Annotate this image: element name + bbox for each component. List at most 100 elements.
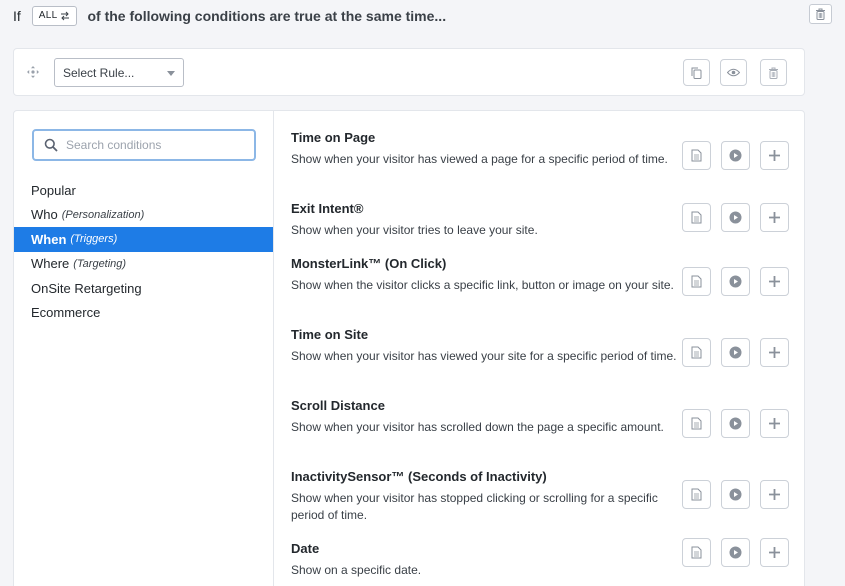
plus-icon [769, 547, 780, 558]
condition-docs-button[interactable] [682, 203, 711, 232]
category-sublabel: (Personalization) [61, 208, 145, 221]
condition-add-button[interactable] [760, 141, 789, 170]
condition-actions [682, 480, 789, 509]
search-icon [44, 138, 58, 152]
condition-description: Show on a specific date. [291, 563, 422, 577]
plus-icon [769, 276, 780, 287]
eye-icon [727, 68, 740, 77]
document-icon [691, 417, 702, 430]
condition-actions [682, 141, 789, 170]
plus-icon [769, 489, 780, 500]
document-icon [691, 546, 702, 559]
rule-row: Select Rule... [13, 48, 805, 96]
document-icon [691, 275, 702, 288]
play-circle-icon [729, 346, 742, 359]
condition-actions [682, 409, 789, 438]
condition-video-button[interactable] [721, 409, 750, 438]
condition-add-button[interactable] [760, 203, 789, 232]
play-circle-icon [729, 275, 742, 288]
condition-video-button[interactable] [721, 141, 750, 170]
condition-video-button[interactable] [721, 267, 750, 296]
condition-add-button[interactable] [760, 409, 789, 438]
trash-icon [816, 8, 825, 20]
all-any-toggle[interactable]: ALL [31, 5, 78, 26]
if-label: If [13, 7, 21, 24]
condition-item: Time on Site Show when your visitor has … [291, 327, 791, 367]
condition-docs-button[interactable] [682, 409, 711, 438]
condition-actions [682, 203, 789, 232]
move-handle-icon[interactable] [26, 65, 40, 79]
play-circle-icon [729, 211, 742, 224]
document-icon [691, 149, 702, 162]
condition-actions [682, 267, 789, 296]
condition-item: Scroll Distance Show when your visitor h… [291, 398, 791, 438]
category-label: Ecommerce [31, 305, 101, 321]
condition-docs-button[interactable] [682, 267, 711, 296]
category-when[interactable]: When (Triggers) [14, 227, 273, 252]
category-where[interactable]: Where (Targeting) [14, 252, 273, 277]
condition-actions [682, 338, 789, 367]
category-list: Popular Who (Personalization) When (Trig… [14, 178, 273, 325]
condition-item: Time on Page Show when your visitor has … [291, 130, 791, 170]
category-label: When [31, 231, 67, 247]
category-sublabel: (Targeting) [73, 257, 127, 270]
condition-description: Show when your visitor tries to leave yo… [291, 223, 538, 237]
condition-picker-panel: Popular Who (Personalization) When (Trig… [13, 110, 805, 586]
plus-icon [769, 212, 780, 223]
condition-video-button[interactable] [721, 480, 750, 509]
delete-group-button[interactable] [809, 4, 832, 24]
condition-add-button[interactable] [760, 538, 789, 567]
category-label: Who [31, 207, 58, 223]
document-icon [691, 211, 702, 224]
category-sidebar: Popular Who (Personalization) When (Trig… [14, 111, 274, 586]
category-who[interactable]: Who (Personalization) [14, 203, 273, 228]
condition-description: Show when your visitor has viewed a page… [291, 152, 668, 166]
condition-video-button[interactable] [721, 203, 750, 232]
condition-description: Show when your visitor has stopped click… [291, 491, 658, 522]
swap-arrows-icon [61, 11, 70, 20]
play-circle-icon [729, 417, 742, 430]
condition-description: Show when your visitor has scrolled down… [291, 420, 664, 434]
copy-icon [691, 67, 702, 79]
delete-rule-button[interactable] [760, 59, 787, 86]
plus-icon [769, 418, 780, 429]
condition-item: Exit Intent® Show when your visitor trie… [291, 201, 791, 239]
condition-description: Show when the visitor clicks a specific … [291, 278, 674, 292]
chevron-down-icon [167, 71, 175, 76]
plus-icon [769, 347, 780, 358]
category-ecommerce[interactable]: Ecommerce [14, 301, 273, 326]
play-circle-icon [729, 546, 742, 559]
condition-actions [682, 538, 789, 567]
duplicate-rule-button[interactable] [683, 59, 710, 86]
condition-add-button[interactable] [760, 338, 789, 367]
condition-item: MonsterLink™ (On Click) Show when the vi… [291, 256, 791, 296]
category-popular[interactable]: Popular [14, 178, 273, 203]
condition-docs-button[interactable] [682, 338, 711, 367]
condition-docs-button[interactable] [682, 538, 711, 567]
conditions-text: of the following conditions are true at … [87, 7, 447, 24]
select-rule-value: Select Rule... [63, 65, 135, 80]
play-circle-icon [729, 149, 742, 162]
category-label: Popular [31, 182, 76, 198]
select-rule-dropdown[interactable]: Select Rule... [54, 58, 184, 87]
condition-header: If ALL of the following conditions are t… [0, 0, 845, 31]
condition-description: Show when your visitor has viewed your s… [291, 349, 677, 363]
search-input[interactable] [66, 138, 236, 152]
category-sublabel: (Triggers) [70, 233, 118, 246]
condition-add-button[interactable] [760, 267, 789, 296]
preview-rule-button[interactable] [720, 59, 747, 86]
category-onsite-retargeting[interactable]: OnSite Retargeting [14, 276, 273, 301]
condition-docs-button[interactable] [682, 141, 711, 170]
condition-video-button[interactable] [721, 538, 750, 567]
category-label: Where [31, 256, 70, 272]
condition-add-button[interactable] [760, 480, 789, 509]
plus-icon [769, 150, 780, 161]
condition-item: Date Show on a specific date. [291, 538, 791, 579]
trash-icon [769, 67, 778, 79]
condition-video-button[interactable] [721, 338, 750, 367]
category-label: OnSite Retargeting [31, 280, 142, 296]
condition-docs-button[interactable] [682, 480, 711, 509]
document-icon [691, 488, 702, 501]
search-box[interactable] [32, 129, 256, 161]
condition-item: InactivitySensor™ (Seconds of Inactivity… [291, 469, 791, 524]
